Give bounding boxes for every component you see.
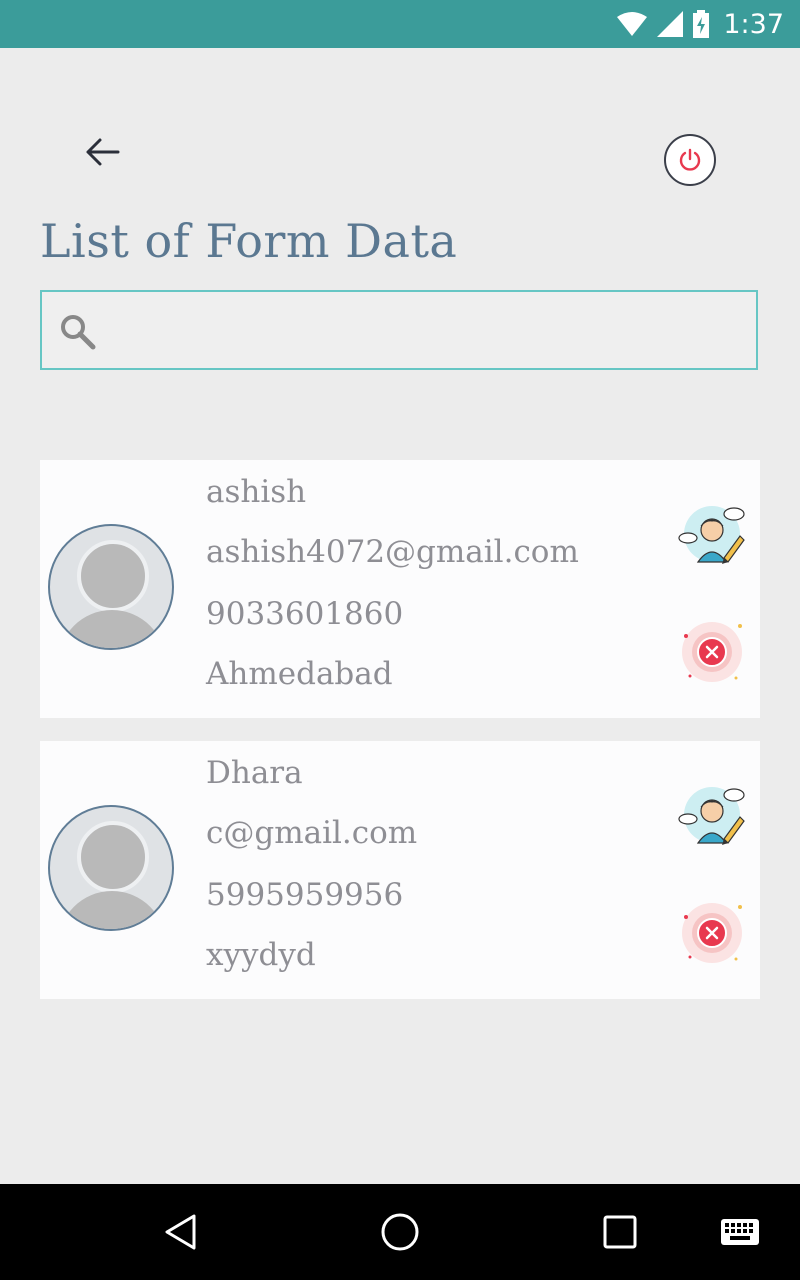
page-title: List of Form Data (40, 214, 458, 268)
user-avatar-icon (48, 524, 174, 650)
record-name: ashish (206, 474, 307, 510)
arrow-left-icon (86, 138, 120, 166)
delete-icon (682, 903, 742, 963)
search-input[interactable] (112, 306, 736, 358)
status-bar: 1:37 (0, 0, 800, 48)
search-icon (61, 315, 96, 350)
status-icons: 1:37 (617, 0, 784, 48)
record-card: ashish ashish4072@gmail.com 9033601860 A… (40, 460, 760, 718)
battery-icon (693, 10, 710, 38)
keyboard-icon (721, 1219, 759, 1245)
delete-icon (682, 622, 742, 682)
user-avatar-icon (48, 805, 174, 931)
record-email: ashish4072@gmail.com (206, 534, 579, 570)
record-name: Dhara (206, 755, 303, 791)
record-city: xyydyd (206, 937, 316, 973)
back-button[interactable] (78, 128, 126, 176)
nav-recents-button[interactable] (596, 1208, 644, 1256)
edit-button[interactable] (676, 777, 748, 849)
power-icon (679, 148, 701, 171)
system-nav-bar (0, 1184, 800, 1280)
nav-home-button[interactable] (376, 1208, 424, 1256)
wifi-icon (617, 12, 648, 36)
search-bar[interactable] (40, 290, 758, 370)
edit-user-icon (678, 506, 745, 564)
record-city: Ahmedabad (206, 656, 393, 692)
status-time: 1:37 (723, 8, 784, 40)
edit-button[interactable] (676, 496, 748, 568)
delete-button[interactable] (676, 897, 748, 969)
logout-button[interactable] (664, 134, 716, 186)
record-email: c@gmail.com (206, 815, 418, 851)
nav-keyboard-button[interactable] (716, 1208, 764, 1256)
delete-button[interactable] (676, 616, 748, 688)
triangle-back-icon (165, 1214, 196, 1250)
square-recents-icon (603, 1215, 637, 1249)
record-card: Dhara c@gmail.com 5995959956 xyydyd (40, 741, 760, 999)
nav-back-button[interactable] (156, 1208, 204, 1256)
record-phone: 9033601860 (206, 596, 404, 632)
record-phone: 5995959956 (206, 877, 404, 913)
edit-user-icon (678, 787, 745, 845)
circle-home-icon (381, 1213, 419, 1251)
signal-icon (657, 11, 684, 37)
